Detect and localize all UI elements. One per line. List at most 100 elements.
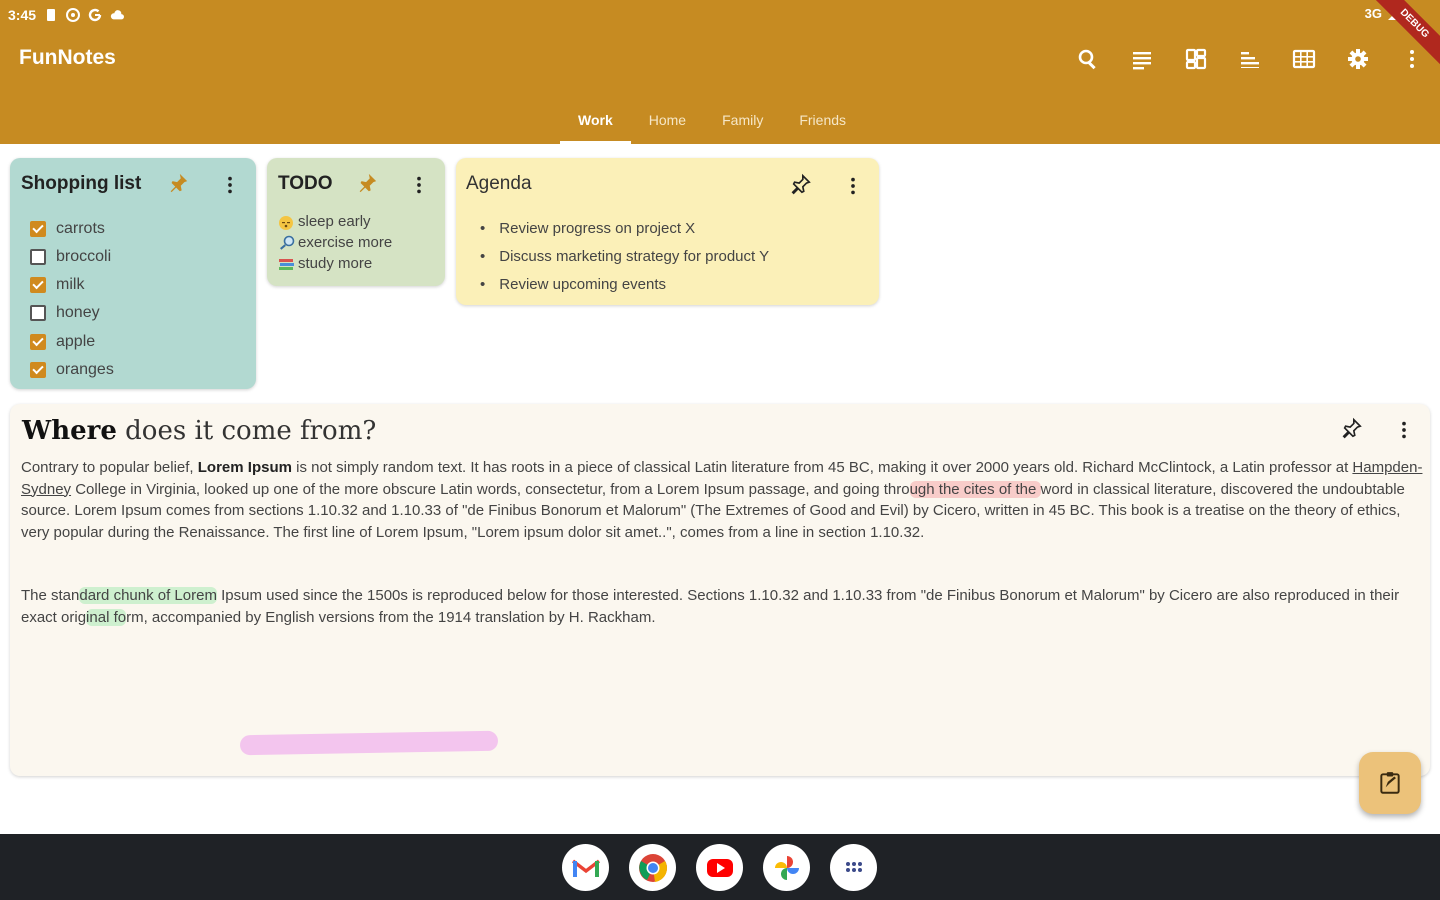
status-bar-left: 3:45 [8,4,125,26]
list-view-button[interactable] [1128,42,1156,76]
todo-text: sleep early [298,213,371,230]
sim-card-icon [47,9,56,21]
note-card-article[interactable]: Where does it come from? Contrary to pop… [10,404,1430,776]
checklist-item[interactable]: carrots [30,220,105,238]
more-vert-icon [1410,50,1414,68]
note-title: Shopping list [21,173,142,194]
todo-text: exercise more [298,234,393,251]
system-dock [0,834,1440,900]
gmail-app[interactable] [562,844,609,891]
note-menu-button[interactable] [407,173,431,197]
highlight-red: ugh the cites of the [909,480,1041,498]
tab-friends[interactable]: Friends [781,96,864,144]
note-menu-button[interactable] [218,173,242,197]
checklist-item[interactable]: oranges [30,361,114,379]
circle-notification-icon [66,8,81,22]
text-run: The stan [21,587,80,604]
note-menu-button[interactable] [841,174,865,198]
checklist-label: milk [56,276,85,293]
text-run: College in Virginia, looked up one of th… [71,480,910,498]
article-paragraph-1: Contrary to popular belief, Lorem Ipsum … [21,457,1425,543]
checkbox-checked[interactable] [30,221,46,237]
youtube-app[interactable] [696,844,743,891]
checkbox-unchecked[interactable] [30,305,46,321]
text-run: is not simply random text. It has roots … [291,459,1353,476]
overflow-menu-button[interactable] [1398,42,1426,76]
note-card-todo[interactable]: TODO sleep early exercise more study mor… [267,158,445,286]
todo-line: exercise more [278,234,392,251]
checkbox-checked[interactable] [30,334,46,350]
tab-home[interactable]: Home [631,96,704,144]
bold-text: Lorem Ipsum [197,459,292,476]
chrome-icon [638,853,667,882]
google-icon [88,8,102,22]
more-vert-icon [228,176,232,194]
align-left-icon [1241,52,1259,68]
list-view-icon [1133,52,1151,70]
checkbox-checked[interactable] [30,362,46,378]
note-card-agenda[interactable]: Agenda • Review progress on project X • Di… [456,158,879,305]
note-menu-button[interactable] [1392,418,1416,442]
checklist-label: broccoli [56,248,112,265]
article-paragraph-2: The standard chunk of Lorem Ipsum used s… [21,585,1425,628]
checklist-label: carrots [56,220,105,237]
search-button[interactable] [1074,42,1102,76]
todo-text: study more [298,255,373,272]
list-item-text: Review upcoming events [499,276,667,293]
text-run: rm, accompanied by English versions from… [126,608,656,626]
checklist-item[interactable]: milk [30,276,84,294]
highlight-green: inal fo [86,608,127,626]
todo-line: study more [278,255,372,272]
list-item: • Review progress on project X [480,220,695,237]
more-vert-icon [1402,421,1406,439]
checklist-label: honey [56,304,100,321]
youtube-icon [706,858,733,877]
grid-view-button[interactable] [1182,42,1210,76]
pin-button[interactable] [789,172,813,196]
checkbox-checked[interactable] [30,277,46,293]
tab-work[interactable]: Work [560,96,631,144]
pin-button[interactable] [1340,416,1364,440]
pin-outline-icon [791,173,811,195]
highlight-green: dard chunk of Lorem [79,587,217,604]
list-item: • Review upcoming events [480,276,666,293]
new-note-button[interactable] [1359,752,1421,814]
note-title: Where does it come from? [22,416,376,446]
calendar-button[interactable] [1290,42,1318,76]
app-bar: 3:45 3G DEBUG FunNotes Work Home Family … [0,0,1440,144]
magnifier-icon [280,235,295,250]
network-type: 3G [1364,6,1382,21]
sleeping-face-icon [279,215,293,230]
app-drawer[interactable] [830,844,877,891]
checklist-label: oranges [56,361,114,378]
tab-family[interactable]: Family [704,96,781,144]
checklist-item[interactable]: apple [30,333,95,351]
note-title: TODO [278,173,333,194]
pin-filled-icon [170,173,188,193]
photos-app[interactable] [763,844,810,891]
text-run: Contrary to popular belief, [21,459,198,476]
pin-button[interactable] [166,171,190,195]
list-item-text: Discuss marketing strategy for product Y [499,248,770,265]
pin-outline-icon [1342,417,1362,439]
note-card-shopping-list[interactable]: Shopping list carrots broccoli milk hone… [10,158,256,389]
todo-line: sleep early [278,213,371,230]
chrome-app[interactable] [629,844,676,891]
pin-button[interactable] [355,171,379,195]
category-tabs: Work Home Family Friends [560,96,864,144]
align-left-button[interactable] [1236,42,1264,76]
settings-button[interactable] [1344,42,1372,76]
search-icon [1078,49,1096,70]
books-icon [279,258,294,270]
photos-icon [774,855,799,880]
checkbox-unchecked[interactable] [30,249,46,265]
gmail-icon [571,858,600,877]
list-item: • Discuss marketing strategy for product … [480,248,769,265]
checklist-item[interactable]: honey [30,304,100,322]
checklist-item[interactable]: broccoli [30,248,111,266]
cloud-icon [110,10,125,20]
more-vert-icon [417,176,421,194]
list-item-text: Review progress on project X [499,220,696,237]
bullet-dot-icon: • [480,248,486,265]
note-title: Agenda [466,173,532,194]
